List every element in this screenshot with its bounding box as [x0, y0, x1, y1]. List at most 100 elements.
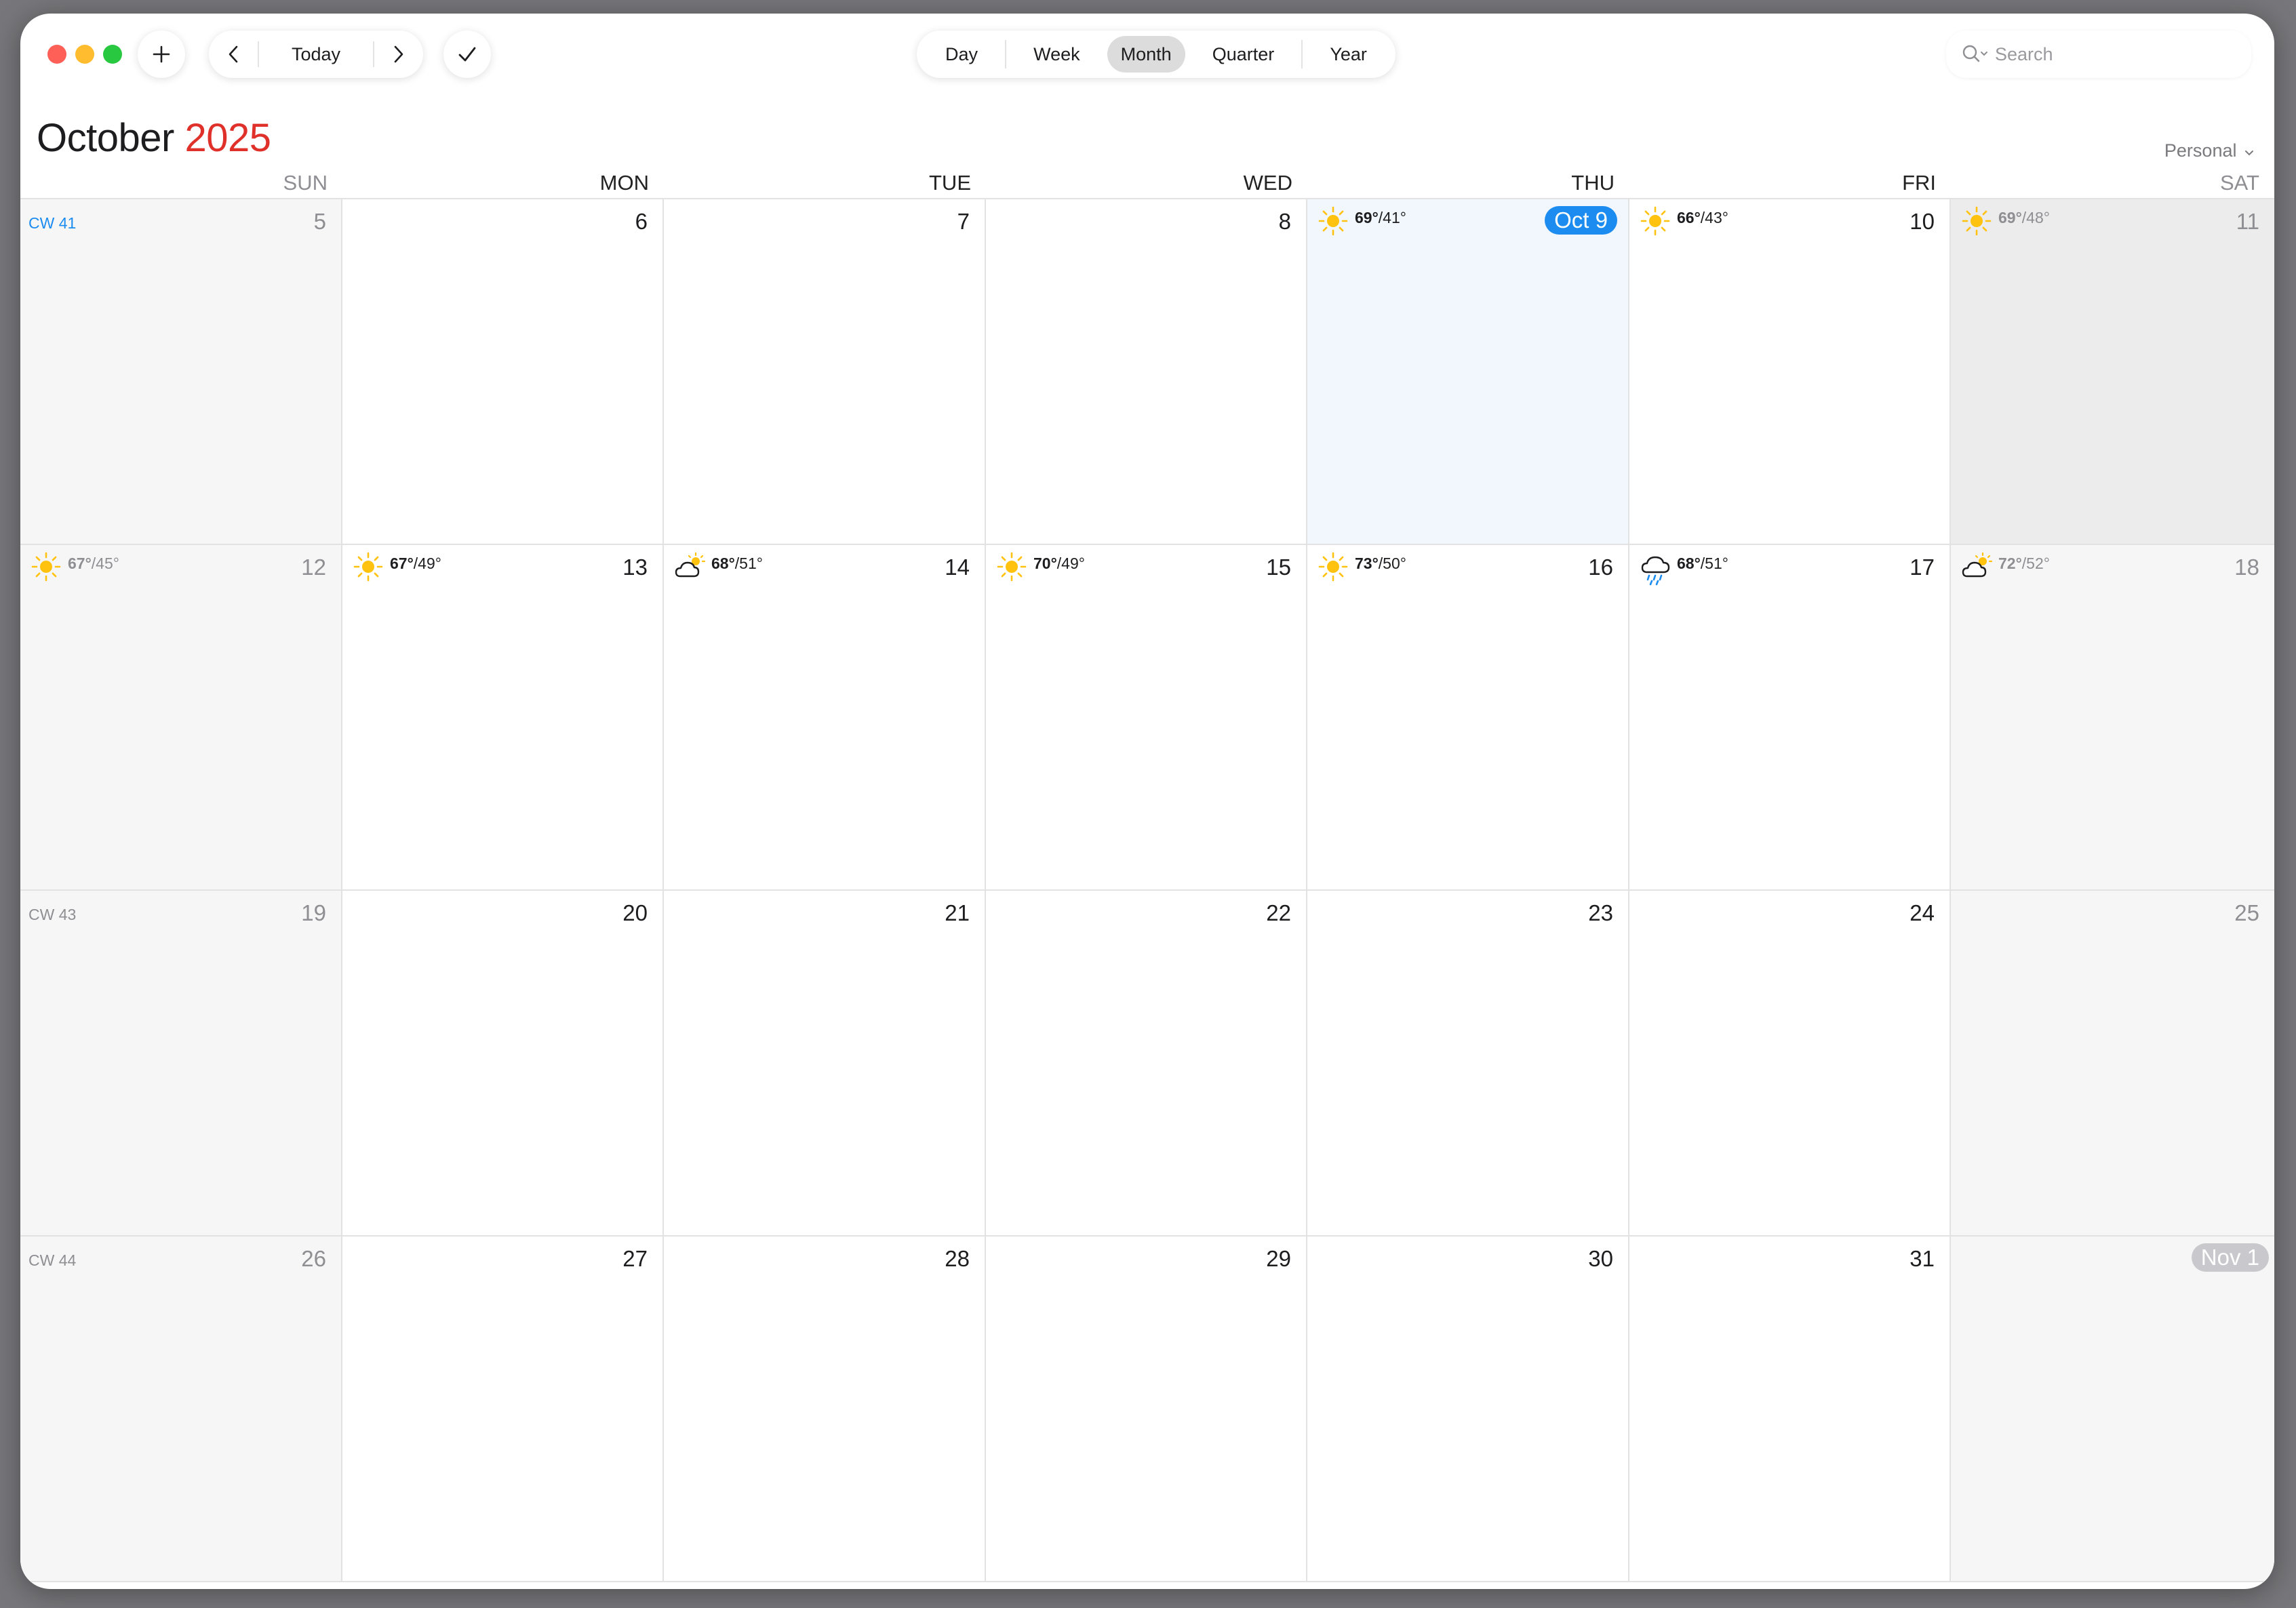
day-cell[interactable]: 30: [1307, 1237, 1629, 1582]
add-event-button[interactable]: [138, 31, 185, 78]
next-month-button[interactable]: [374, 31, 423, 78]
day-number: Nov 1: [2191, 1243, 2269, 1272]
day-cell[interactable]: 66°/43° 10: [1629, 199, 1951, 545]
temperature-range: 72°/52°: [1998, 555, 2050, 573]
day-cell[interactable]: 72°/52° 18: [1951, 545, 2274, 891]
day-cell[interactable]: 67°/49° 13: [342, 545, 664, 891]
chevron-right-icon: [394, 45, 403, 63]
day-number: 23: [1588, 900, 1613, 925]
day-cell[interactable]: 22: [986, 891, 1307, 1237]
temperature-range: 73°/50°: [1355, 555, 1406, 573]
temperature-low: /49°: [1056, 555, 1085, 572]
day-cell[interactable]: 27: [342, 1237, 664, 1582]
weather-forecast: 73°/50°: [1318, 552, 1406, 582]
sun-icon: [1640, 206, 1670, 236]
minimize-window-button[interactable]: [75, 45, 94, 64]
day-number: 25: [2234, 900, 2259, 925]
day-cell[interactable]: CW 41 5: [20, 199, 342, 545]
day-cell[interactable]: 69°/48° 11: [1951, 199, 2274, 545]
calendar-week-label: CW 43: [28, 906, 77, 923]
zoom-window-button[interactable]: [103, 45, 122, 64]
temperature-high: 68°: [1677, 555, 1701, 572]
temperature-low: /48°: [2021, 209, 2050, 226]
partly-cloudy-icon: [1962, 552, 1993, 582]
calendar-week-label: CW 44: [28, 1251, 77, 1269]
day-cell[interactable]: 23: [1307, 891, 1629, 1237]
view-year-tab[interactable]: Year: [1316, 36, 1381, 73]
day-cell[interactable]: 70°/49° 15: [986, 545, 1307, 891]
temperature-low: /52°: [2021, 555, 2050, 572]
page-title: October 2025: [37, 115, 271, 161]
temperature-high: 68°: [711, 555, 735, 572]
weather-forecast: 70°/49°: [997, 552, 1085, 582]
day-cell[interactable]: 25: [1951, 891, 2274, 1237]
search-placeholder: Search: [1995, 43, 2053, 64]
chevron-left-icon: [229, 45, 238, 63]
temperature-low: /51°: [1700, 555, 1728, 572]
day-cell[interactable]: 68°/51° 14: [664, 545, 986, 891]
day-number: 14: [945, 555, 970, 580]
day-cell[interactable]: 68°/51° 17: [1629, 545, 1951, 891]
day-cell[interactable]: 21: [664, 891, 986, 1237]
weather-forecast: 69°/48°: [1962, 206, 2050, 236]
day-cell[interactable]: 29: [986, 1237, 1307, 1582]
weekday-label-sat: SAT: [2220, 171, 2259, 195]
day-cell[interactable]: 8: [986, 199, 1307, 545]
sun-icon: [1318, 552, 1348, 582]
view-month-tab[interactable]: Month: [1107, 36, 1185, 73]
day-number: 24: [1909, 900, 1935, 925]
temperature-range: 69°/48°: [1998, 209, 2050, 227]
previous-month-button[interactable]: [209, 31, 258, 78]
rain-icon: [1640, 552, 1670, 586]
day-number: 10: [1909, 209, 1935, 234]
weather-forecast: 67°/49°: [353, 552, 441, 582]
day-cell[interactable]: 28: [664, 1237, 986, 1582]
day-number: 6: [635, 209, 648, 234]
day-cell[interactable]: 7: [664, 199, 986, 545]
weekday-label-fri: FRI: [1902, 171, 1936, 195]
day-cell[interactable]: 6: [342, 199, 664, 545]
view-day-tab[interactable]: Day: [932, 36, 991, 73]
temperature-high: 67°: [68, 555, 92, 572]
day-cell[interactable]: 20: [342, 891, 664, 1237]
weekday-header-row: SUN MON TUE WED THU FRI SAT: [20, 171, 2274, 198]
reminders-toggle-button[interactable]: [443, 31, 491, 78]
day-cell[interactable]: 31: [1629, 1237, 1951, 1582]
day-cell[interactable]: 24: [1629, 891, 1951, 1237]
day-cell[interactable]: Nov 1: [1951, 1237, 2274, 1582]
view-quarter-tab[interactable]: Quarter: [1199, 36, 1288, 73]
sun-icon: [997, 552, 1027, 582]
month-grid: CW 41 5 6 7 8 69°/41° Oct 9 66°/43° 10 69°/48° 11 6…: [20, 198, 2274, 1589]
day-cell[interactable]: 73°/50° 16: [1307, 545, 1629, 891]
view-switcher: Day Week Month Quarter Year: [917, 31, 1396, 78]
day-cell[interactable]: 67°/45° 12: [20, 545, 342, 891]
temperature-high: 72°: [1998, 555, 2022, 572]
temperature-low: /41°: [1378, 209, 1406, 226]
temperature-range: 66°/43°: [1677, 209, 1728, 227]
week-row: CW 44 26 27 28 29 30 31 Nov 1: [20, 1237, 2274, 1582]
day-cell[interactable]: CW 43 19: [20, 891, 342, 1237]
temperature-range: 70°/49°: [1033, 555, 1085, 573]
sun-icon: [31, 552, 61, 582]
view-week-tab[interactable]: Week: [1020, 36, 1094, 73]
weather-forecast: 72°/52°: [1962, 552, 2050, 582]
sun-icon: [353, 552, 383, 582]
close-window-button[interactable]: [47, 45, 66, 64]
day-number: 19: [301, 900, 326, 925]
separator: [1005, 40, 1007, 68]
day-cell[interactable]: 69°/41° Oct 9: [1307, 199, 1629, 545]
search-input[interactable]: Search: [1946, 31, 2251, 78]
temperature-low: /43°: [1700, 209, 1728, 226]
weekday-label-tue: TUE: [929, 171, 971, 195]
day-number: 18: [2234, 555, 2259, 580]
day-number: 28: [945, 1246, 970, 1271]
day-number: 16: [1588, 555, 1613, 580]
weather-forecast: 66°/43°: [1640, 206, 1728, 236]
temperature-high: 67°: [390, 555, 414, 572]
temperature-range: 68°/51°: [1677, 555, 1728, 573]
day-cell[interactable]: CW 44 26: [20, 1237, 342, 1582]
calendar-filter-dropdown[interactable]: Personal: [2164, 140, 2254, 161]
day-number: 7: [957, 209, 970, 234]
day-number: 26: [301, 1246, 326, 1271]
today-button[interactable]: Today: [258, 41, 374, 67]
